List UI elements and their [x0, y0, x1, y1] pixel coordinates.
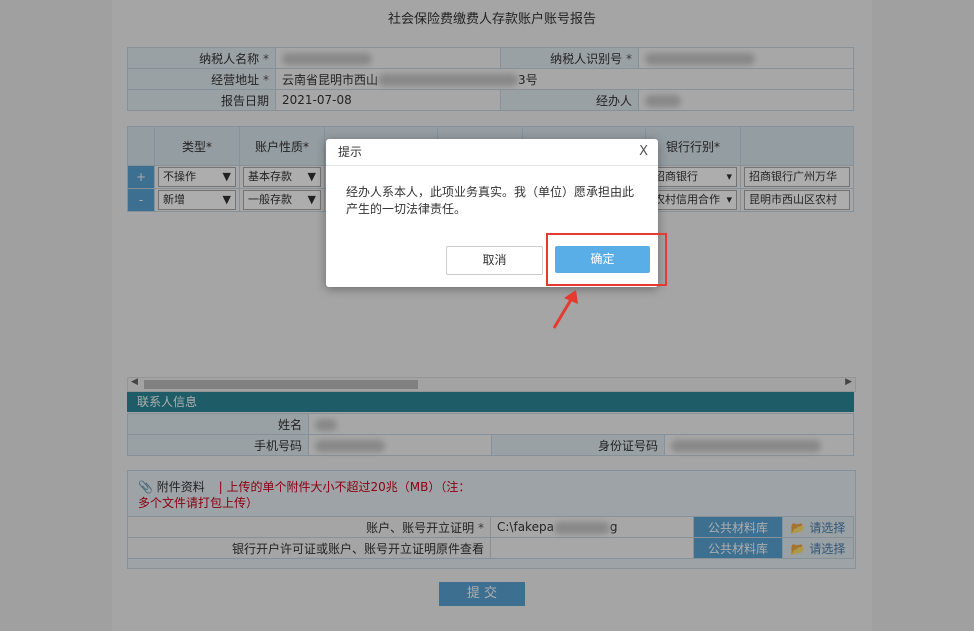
highlight-box: [546, 233, 667, 286]
close-icon[interactable]: X: [639, 139, 648, 165]
modal-overlay: [0, 0, 974, 631]
cancel-button[interactable]: 取消: [446, 246, 543, 275]
dialog-title: 提示: [338, 145, 363, 159]
dialog-message: 经办人系本人，此项业务真实。我（单位）愿承担由此产生的一切法律责任。: [346, 185, 635, 216]
annotation-arrow-icon: [552, 290, 578, 329]
